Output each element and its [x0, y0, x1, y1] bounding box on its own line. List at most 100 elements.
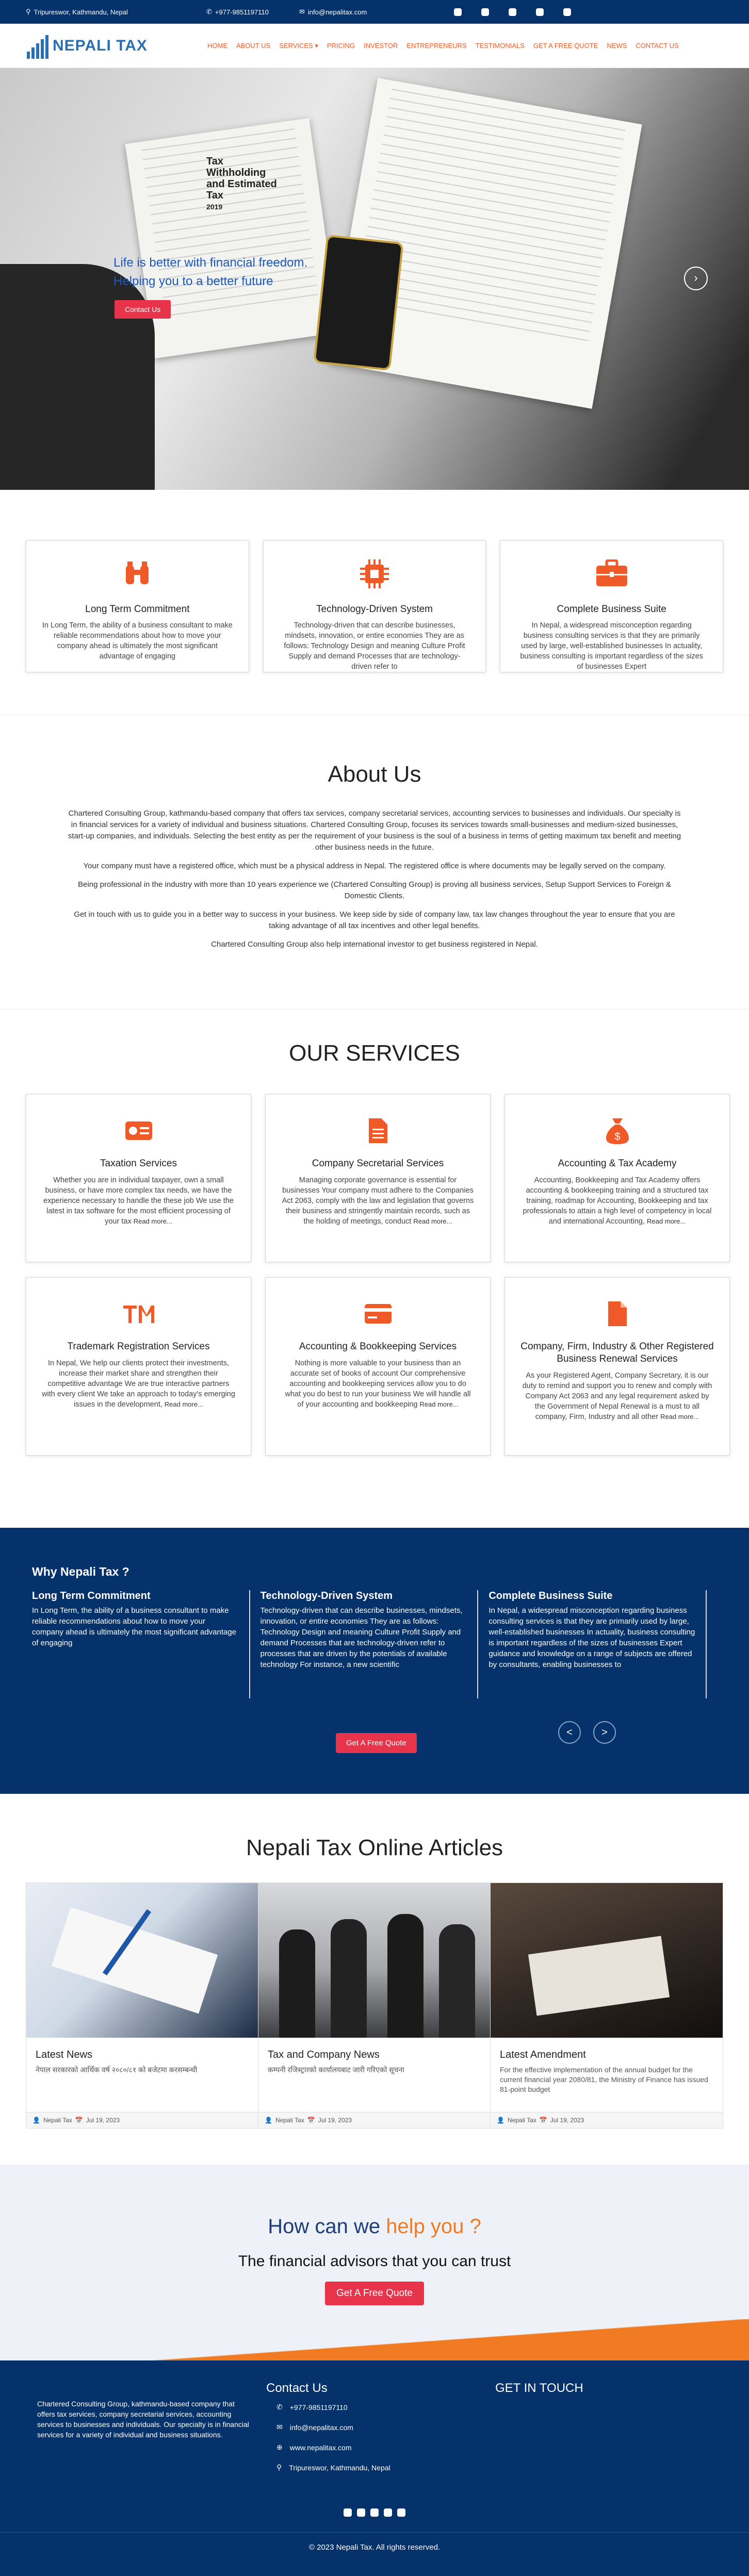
article-image: [258, 1883, 490, 2038]
user-icon: 👤: [497, 2117, 504, 2124]
youtube-icon[interactable]: [509, 8, 516, 16]
svg-text:$: $: [614, 1131, 620, 1143]
service-title: Accounting & Bookkeeping Services: [299, 1341, 457, 1352]
about-title: About Us: [328, 762, 421, 787]
read-more-link[interactable]: Read more...: [134, 1217, 172, 1225]
form-title: Tax Withholding and Estimated Tax 2019: [206, 156, 279, 212]
footer-columns: Chartered Consulting Group, kathmandu-ba…: [37, 2381, 712, 2483]
carousel-next-icon[interactable]: >: [593, 1721, 616, 1744]
calendar-icon: 📅: [75, 2117, 83, 2124]
linkedin-icon[interactable]: [397, 2508, 405, 2517]
read-more-link[interactable]: Read more...: [165, 1400, 203, 1408]
feature-text: In Long Term, the ability of a business …: [42, 621, 233, 660]
read-more-link[interactable]: Read more...: [419, 1400, 458, 1408]
nav-item-testimonials[interactable]: TESTIMONIALS: [476, 42, 525, 50]
article-body: Latest News नेपाल सरकारको आर्थिक वर्ष २०…: [26, 2038, 258, 2112]
tiktok-icon[interactable]: [536, 8, 544, 16]
nav-item-investor[interactable]: INVESTOR: [364, 42, 398, 50]
footer-website-row[interactable]: ⊕ www.nepalitax.com: [276, 2443, 495, 2452]
linkedin-icon[interactable]: [563, 8, 571, 16]
youtube-icon[interactable]: [370, 2508, 379, 2517]
footer-social-links: [0, 2508, 749, 2517]
article-image: [491, 1883, 723, 2038]
carousel-prev-icon[interactable]: <: [558, 1721, 581, 1744]
features-section: Long Term Commitment In Long Term, the a…: [0, 490, 749, 715]
email-info[interactable]: ✉ info@nepalitax.com: [299, 8, 402, 16]
envelope-icon: ✉: [276, 2423, 283, 2431]
topbar-email[interactable]: info@nepalitax.com: [308, 8, 367, 16]
site-logo[interactable]: NEPALI TAX: [27, 33, 207, 59]
service-title: Company, Firm, Industry & Other Register…: [520, 1341, 714, 1364]
slider-next-icon[interactable]: ›: [684, 267, 708, 290]
social-links: [454, 8, 571, 16]
why-col-title: Technology-Driven System: [260, 1590, 393, 1601]
nav-item-news[interactable]: NEWS: [607, 42, 627, 50]
article-date: Jul 19, 2023: [550, 2117, 584, 2124]
form-year: 2019: [206, 203, 223, 211]
why-column: Technology-Driven System Technology-driv…: [260, 1590, 479, 1698]
footer-email[interactable]: info@nepalitax.com: [290, 2423, 353, 2432]
article-card[interactable]: Latest Amendment For the effective imple…: [491, 1883, 723, 2128]
article-excerpt: कम्पनी रजिस्ट्रारको कार्यालयबाट जारी गरि…: [268, 2066, 404, 2074]
read-more-link[interactable]: Read more...: [647, 1217, 686, 1225]
nav-item-entrepreneurs[interactable]: ENTREPRENEURS: [406, 42, 466, 50]
nav-item-free-quote[interactable]: GET A FREE QUOTE: [533, 42, 598, 50]
services-grid: Taxation Services Whether you are in ind…: [26, 1094, 730, 1456]
article-image: [26, 1883, 258, 2038]
calculator-image: [313, 234, 404, 371]
top-bar: ⚲ Tripureswor, Kathmandu, Nepal ✆ +977-9…: [0, 0, 749, 24]
service-card[interactable]: $ Accounting & Tax Academy Accounting, B…: [504, 1094, 730, 1262]
services-title: OUR SERVICES: [289, 1041, 460, 1066]
credit-card-icon: [281, 1298, 475, 1329]
get-in-touch-title: GET IN TOUCH: [495, 2381, 583, 2395]
read-more-link[interactable]: Read more...: [660, 1413, 699, 1421]
article-author: Nepali Tax: [275, 2117, 304, 2124]
articles-grid: Latest News नेपाल सरकारको आर्थिक वर्ष २०…: [26, 1883, 723, 2128]
address-info: ⚲ Tripureswor, Kathmandu, Nepal: [26, 8, 206, 16]
article-title[interactable]: Tax and Company News: [268, 2049, 481, 2061]
nav-item-services[interactable]: SERVICES ▾: [279, 42, 318, 50]
footer-website[interactable]: www.nepalitax.com: [290, 2443, 352, 2452]
service-card[interactable]: Company, Firm, Industry & Other Register…: [504, 1277, 730, 1456]
service-card[interactable]: Company Secretarial Services Managing co…: [265, 1094, 491, 1262]
why-carousel-controls: < >: [558, 1721, 616, 1744]
article-title[interactable]: Latest News: [36, 2049, 249, 2061]
nav-item-contact[interactable]: CONTACT US: [636, 42, 678, 50]
phone-info[interactable]: ✆ +977-9851197110: [206, 8, 299, 16]
article-card[interactable]: Tax and Company News कम्पनी रजिस्ट्रारको…: [258, 1883, 491, 2128]
instagram-icon[interactable]: [481, 8, 489, 16]
instagram-icon[interactable]: [357, 2508, 365, 2517]
get-free-quote-button[interactable]: Get A Free Quote: [336, 1733, 417, 1753]
feature-title: Technology-Driven System: [316, 604, 433, 615]
read-more-link[interactable]: Read more...: [413, 1217, 452, 1225]
feature-text: In Nepal, a widespread misconception reg…: [520, 621, 703, 671]
nav-item-pricing[interactable]: PRICING: [327, 42, 355, 50]
logo-bars-icon: [27, 33, 48, 59]
service-card[interactable]: Trademark Registration Services In Nepal…: [26, 1277, 251, 1456]
feature-title: Long Term Commitment: [85, 604, 190, 615]
main-nav: NEPALI TAX HOME ABOUT US SERVICES ▾ PRIC…: [0, 24, 749, 68]
globe-icon: ⊕: [276, 2443, 283, 2451]
topbar-phone[interactable]: +977-9851197110: [215, 8, 269, 16]
service-card[interactable]: Taxation Services Whether you are in ind…: [26, 1094, 251, 1262]
cta-free-quote-button[interactable]: Get A Free Quote: [325, 2282, 424, 2305]
why-columns: Long Term Commitment In Long Term, the a…: [32, 1590, 717, 1698]
article-meta: 👤 Nepali Tax 📅 Jul 19, 2023: [491, 2112, 723, 2128]
chip-icon: [279, 555, 470, 592]
article-title[interactable]: Latest Amendment: [500, 2049, 713, 2061]
footer-phone[interactable]: +977-9851197110: [290, 2403, 348, 2412]
nav-menu: HOME ABOUT US SERVICES ▾ PRICING INVESTO…: [207, 42, 679, 50]
service-card[interactable]: Accounting & Bookkeeping Services Nothin…: [265, 1277, 491, 1456]
nav-item-about[interactable]: ABOUT US: [236, 42, 270, 50]
facebook-icon[interactable]: [344, 2508, 352, 2517]
facebook-icon[interactable]: [454, 8, 462, 16]
article-card[interactable]: Latest News नेपाल सरकारको आर्थिक वर्ष २०…: [26, 1883, 258, 2128]
services-section: OUR SERVICES Taxation Services Whether y…: [0, 1009, 749, 1528]
tiktok-icon[interactable]: [384, 2508, 392, 2517]
contact-us-button[interactable]: Contact Us: [115, 300, 171, 319]
footer-email-row[interactable]: ✉ info@nepalitax.com: [276, 2423, 495, 2432]
why-col-title: Complete Business Suite: [489, 1590, 613, 1601]
footer-phone-row[interactable]: ✆ +977-9851197110: [276, 2403, 495, 2412]
hero-line-1: Life is better with financial freedom.: [113, 256, 308, 270]
nav-item-home[interactable]: HOME: [207, 42, 227, 50]
